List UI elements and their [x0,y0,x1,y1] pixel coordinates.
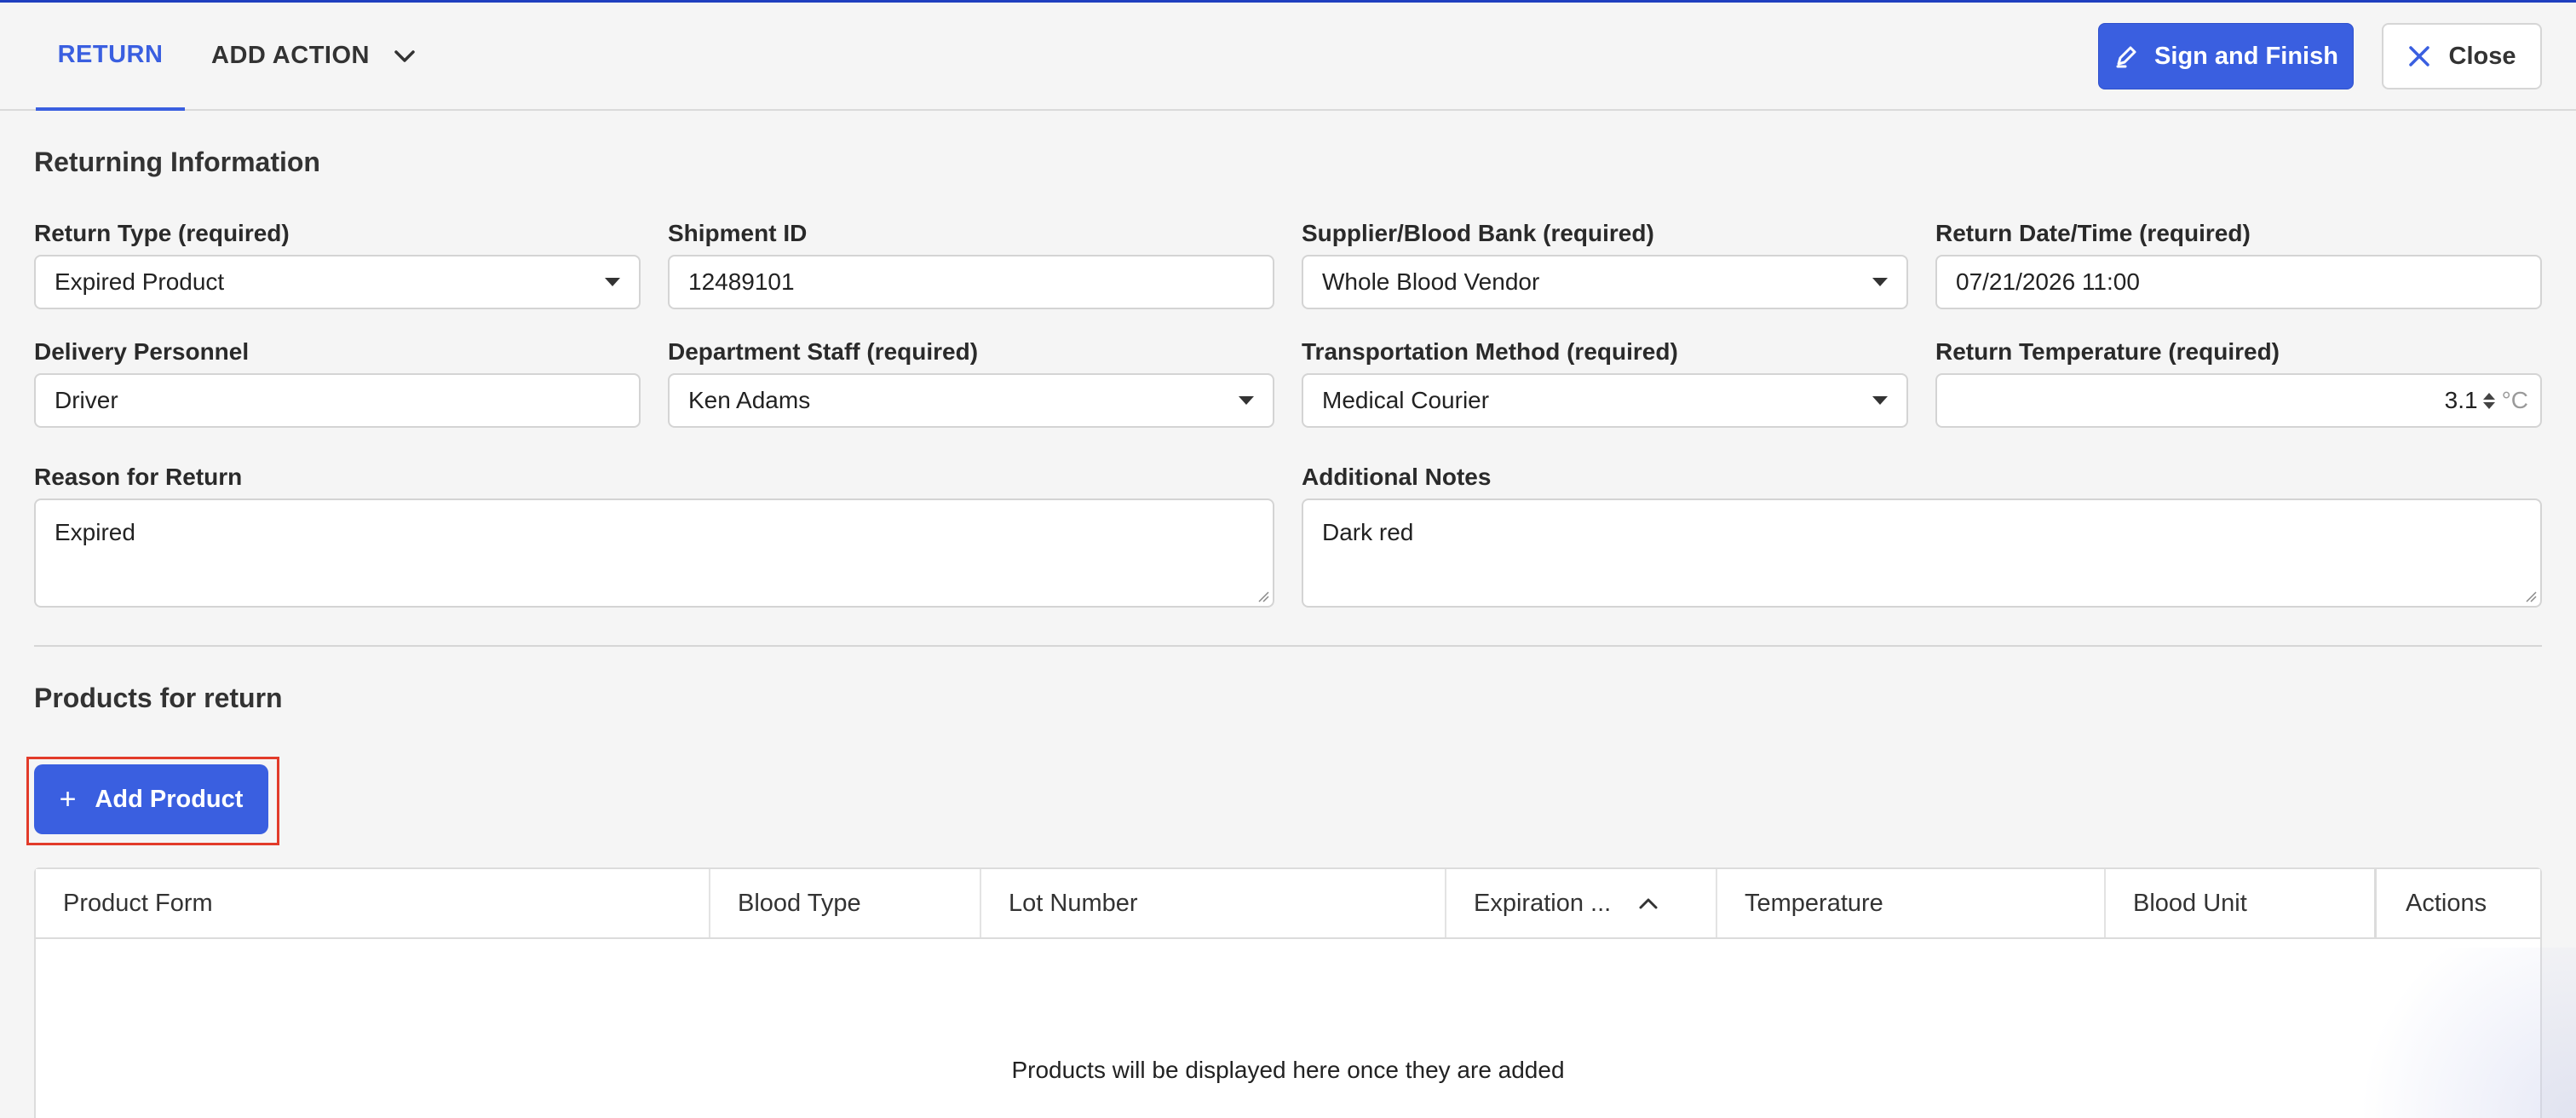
close-icon [2408,46,2429,66]
add-product-button[interactable]: + Add Product [34,764,268,834]
column-header-product-form[interactable]: Product Form [36,869,710,937]
resize-handle-icon[interactable] [1257,591,1269,602]
column-header-expiration[interactable]: Expiration ... [1446,869,1717,937]
products-table: Product Form Blood Type Lot Number Expir… [34,867,2542,1118]
column-header-label: Lot Number [1009,889,1138,917]
caret-down-icon [1872,278,1888,286]
plus-icon: + [59,782,77,815]
sign-and-finish-button[interactable]: Sign and Finish [2098,23,2354,89]
products-for-return-title: Products for return [34,683,283,713]
additional-notes-textarea[interactable]: Dark red [1302,498,2542,608]
return-datetime-label: Return Date/Time (required) [1935,220,2251,246]
caret-down-icon [1239,396,1254,405]
return-temperature-value: 3.1 [2444,387,2478,413]
transport-method-value: Medical Courier [1322,387,1490,413]
return-type-select[interactable]: Expired Product [34,255,641,309]
column-header-label: Product Form [63,889,213,917]
tab-return-label: RETURN [57,41,164,68]
return-datetime-input[interactable]: 07/21/2026 11:00 [1935,255,2542,309]
chevron-down-icon [394,49,415,62]
close-label: Close [2448,42,2516,70]
sort-ascending-icon[interactable] [1638,896,1659,910]
add-product-label: Add Product [95,785,244,813]
temperature-unit: °C [2501,387,2528,413]
pencil-icon [2116,46,2136,68]
sign-and-finish-label: Sign and Finish [2154,42,2338,70]
caret-down-icon [1872,396,1888,405]
column-header-label: Temperature [1745,889,1883,917]
column-header-lot-number[interactable]: Lot Number [981,869,1446,937]
tab-return[interactable]: RETURN [36,3,185,111]
close-button[interactable]: Close [2382,23,2542,89]
return-datetime-value: 07/21/2026 11:00 [1956,268,2140,295]
reason-textarea[interactable]: Expired [34,498,1274,608]
return-temperature-input[interactable]: 3.1 °C [1935,373,2542,428]
shipment-id-label: Shipment ID [668,220,808,246]
department-staff-label: Department Staff (required) [668,338,979,365]
reason-label: Reason for Return [34,464,243,490]
resize-handle-icon[interactable] [2525,591,2537,602]
section-divider [34,645,2542,647]
return-temperature-label: Return Temperature (required) [1935,338,2280,365]
table-header: Product Form Blood Type Lot Number Expir… [36,869,2540,939]
department-staff-select[interactable]: Ken Adams [668,373,1274,428]
column-header-label: Expiration ... [1474,889,1612,917]
transport-method-label: Transportation Method (required) [1302,338,1678,365]
number-spinner-icon[interactable] [2482,392,2495,409]
returning-information-title: Returning Information [34,147,320,177]
shipment-id-input[interactable]: 12489101 [668,255,1274,309]
return-type-value: Expired Product [55,268,225,295]
reason-value: Expired [55,519,135,545]
supplier-select[interactable]: Whole Blood Vendor [1302,255,1908,309]
header-bar: RETURN ADD ACTION Sign and Finish Close [0,3,2576,111]
column-header-label: Blood Unit [2133,889,2247,917]
shipment-id-value: 12489101 [688,268,795,295]
caret-down-icon [605,278,620,286]
tab-add-action-label: ADD ACTION [211,42,370,69]
column-header-blood-unit[interactable]: Blood Unit [2106,869,2377,937]
additional-notes-label: Additional Notes [1302,464,1492,490]
department-staff-value: Ken Adams [688,387,811,413]
column-header-temperature[interactable]: Temperature [1717,869,2106,937]
delivery-personnel-value: Driver [55,387,118,413]
supplier-label: Supplier/Blood Bank (required) [1302,220,1654,246]
tab-add-action[interactable]: ADD ACTION [211,3,416,109]
delivery-personnel-label: Delivery Personnel [34,338,250,365]
column-header-actions: Actions [2377,869,2540,937]
delivery-personnel-input[interactable]: Driver [34,373,641,428]
supplier-value: Whole Blood Vendor [1322,268,1540,295]
column-header-label: Actions [2406,889,2487,917]
transport-method-select[interactable]: Medical Courier [1302,373,1908,428]
column-header-label: Blood Type [738,889,861,917]
return-type-label: Return Type (required) [34,220,290,246]
column-header-blood-type[interactable]: Blood Type [710,869,981,937]
additional-notes-value: Dark red [1322,519,1414,545]
empty-state-message: Products will be displayed here once the… [1011,1057,1565,1083]
